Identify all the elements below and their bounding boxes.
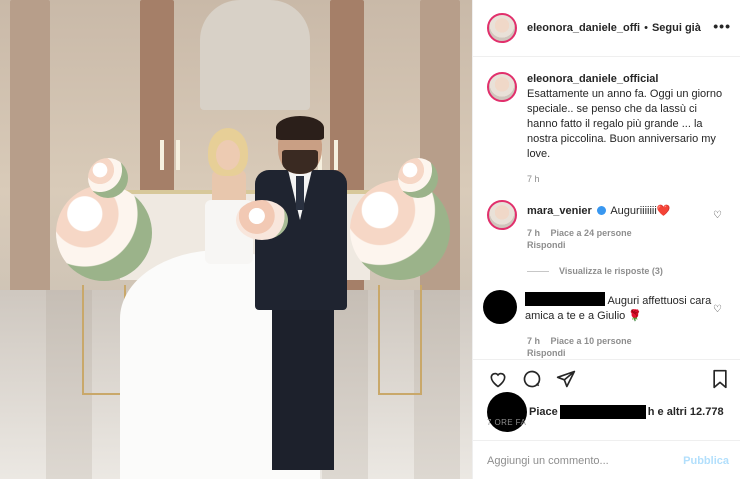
reply-button[interactable]: Rispondi bbox=[527, 348, 566, 358]
avatar[interactable] bbox=[487, 72, 517, 102]
add-comment-bar: Pubblica bbox=[473, 440, 740, 480]
share-icon[interactable] bbox=[555, 368, 577, 390]
avatar[interactable] bbox=[487, 200, 517, 230]
view-replies-label: Visualizza le risposte (3) bbox=[559, 266, 663, 276]
divider bbox=[527, 270, 549, 272]
likes-count: h e altri 12.778 bbox=[647, 406, 724, 418]
church-column bbox=[10, 0, 50, 300]
like-comment-icon[interactable]: ♡ bbox=[713, 304, 722, 315]
caption: eleonora_daniele_official Esattamente un… bbox=[487, 72, 732, 162]
redacted-liker bbox=[559, 405, 646, 419]
post-photo[interactable] bbox=[0, 0, 472, 479]
heart-emoji: ❤️ bbox=[656, 205, 671, 217]
comment-time: 7 h bbox=[527, 228, 541, 238]
comment: mara_venier Auguriiiiiii❤️ ♡ 7 h Piace a… bbox=[487, 200, 732, 256]
avatar[interactable] bbox=[487, 13, 517, 43]
likes-prefix: Piace bbox=[529, 406, 558, 418]
comment-text: Auguriiiiiii bbox=[610, 205, 657, 217]
reply-button[interactable]: Rispondi bbox=[527, 240, 566, 250]
candle bbox=[160, 140, 164, 170]
separator-dot: • bbox=[644, 22, 648, 34]
view-replies-button[interactable]: Visualizza le risposte (3) bbox=[527, 266, 663, 276]
candle bbox=[176, 140, 180, 170]
flower-arrangement bbox=[350, 180, 450, 280]
caption-text: Esattamente un anno fa. Oggi un giorno s… bbox=[527, 88, 723, 160]
candle bbox=[334, 140, 338, 170]
flower-arrangement bbox=[56, 185, 152, 281]
rose-emoji: 🌹 bbox=[628, 310, 643, 322]
post-sidebar: eleonora_daniele_offi • Segui già ••• el… bbox=[472, 0, 740, 479]
comment: Auguri affettuosi cara amica a te e a Gi… bbox=[483, 290, 732, 360]
flower-stand bbox=[378, 285, 422, 395]
verified-badge-icon bbox=[596, 206, 606, 215]
header-username[interactable]: eleonora_daniele_offi bbox=[527, 22, 640, 34]
following-button[interactable]: Segui già bbox=[652, 22, 701, 34]
caption-time: 7 h bbox=[527, 174, 540, 184]
bookmark-icon[interactable] bbox=[709, 368, 731, 390]
comment-time: 7 h bbox=[527, 336, 541, 346]
more-options-icon[interactable]: ••• bbox=[713, 18, 731, 34]
comment-likes[interactable]: Piace a 24 persone bbox=[551, 228, 632, 238]
comment-likes[interactable]: Piace a 10 persone bbox=[551, 336, 632, 346]
redacted-username bbox=[525, 292, 605, 306]
comment-input[interactable] bbox=[487, 454, 684, 467]
altar-statue bbox=[200, 0, 310, 110]
comment-username[interactable]: mara_venier bbox=[527, 205, 592, 217]
like-heart-icon[interactable] bbox=[487, 368, 509, 390]
publish-button[interactable]: Pubblica bbox=[683, 455, 729, 467]
avatar[interactable] bbox=[483, 290, 517, 324]
bouquet bbox=[236, 200, 288, 240]
instagram-post: eleonora_daniele_offi • Segui già ••• el… bbox=[0, 0, 740, 479]
post-header: eleonora_daniele_offi • Segui già ••• bbox=[473, 0, 740, 57]
caption-username[interactable]: eleonora_daniele_official bbox=[527, 72, 727, 87]
like-comment-icon[interactable]: ♡ bbox=[713, 210, 722, 221]
post-time: 7 ORE FA bbox=[487, 418, 527, 427]
comment-icon[interactable] bbox=[521, 368, 543, 390]
action-bar: Piace h e altri 12.778 7 ORE FA Pubblica bbox=[473, 359, 740, 479]
